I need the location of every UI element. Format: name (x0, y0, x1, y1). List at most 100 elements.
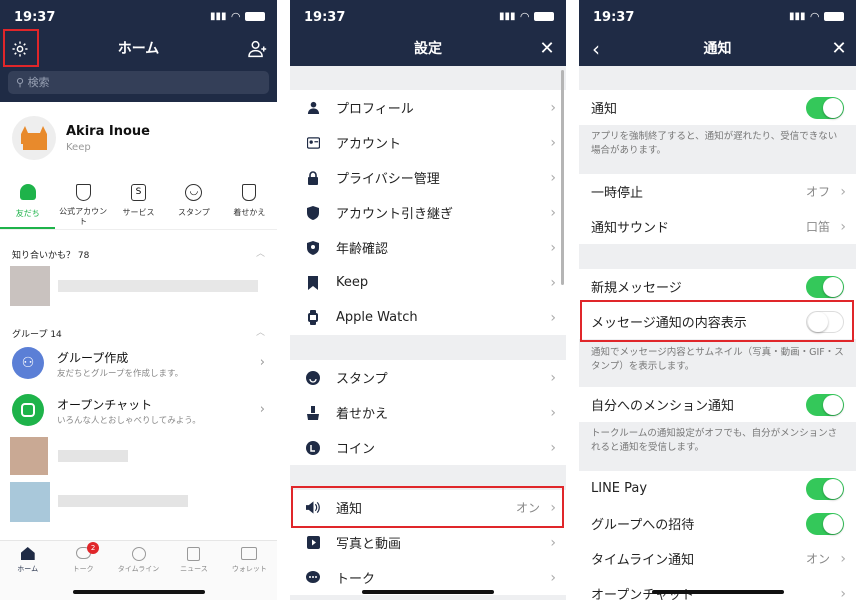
chevron-right-icon: › (550, 204, 556, 221)
openchat-row[interactable]: オープンチャット › (579, 576, 856, 600)
tab-label: ニュース (180, 565, 208, 573)
highlight-box (3, 29, 39, 67)
clock-icon (131, 547, 146, 561)
settings-item-photo-video[interactable]: 写真と動画 › (290, 525, 566, 560)
coin-icon (306, 440, 320, 455)
settings-item-account[interactable]: アカウント › (290, 125, 566, 160)
official-account-icon (75, 184, 91, 201)
sound-row[interactable]: 通知サウンド 口笛 › (579, 209, 856, 244)
item-label: Keep (336, 275, 369, 290)
item-label: プライバシー管理 (336, 172, 440, 187)
home-indicator (362, 590, 494, 594)
settings-item-keep[interactable]: Keep › (290, 265, 566, 300)
signal-icon: ▮▮▮ (789, 11, 806, 22)
close-button[interactable]: ✕ (530, 32, 564, 66)
quick-label: スタンプ (178, 208, 210, 217)
group-list-row[interactable] (10, 437, 260, 475)
search-input[interactable]: ⚲ 検索 (8, 71, 269, 94)
status-time: 19:37 (593, 10, 635, 25)
mention-note: トークルームの通知設定がオフでも、自分がメンションされると通知を受信します。 (591, 428, 838, 453)
openchat-row[interactable]: オープンチャット いろんな人とおしゃべりしてみよう。 › (0, 392, 277, 432)
quick-official[interactable]: 公式アカウント (55, 180, 110, 229)
quick-friends[interactable]: 友だち (0, 180, 56, 229)
group-invite-toggle[interactable] (806, 512, 844, 535)
news-icon (187, 547, 201, 561)
quick-service[interactable]: S サービス (111, 180, 166, 229)
profile-name: Akira Inoue (66, 124, 150, 139)
suggested-friend[interactable] (10, 266, 260, 306)
chevron-up-icon[interactable]: ︿ (256, 246, 265, 259)
settings-item-profile[interactable]: プロフィール › (290, 90, 566, 125)
person-icon (306, 101, 320, 115)
row-label: タイムライン通知 (591, 553, 695, 568)
close-icon: ✕ (539, 38, 555, 59)
group-list-row[interactable] (10, 482, 260, 522)
quick-sticker[interactable]: ◡ スタンプ (166, 180, 221, 229)
notify-note: アプリを強制終了すると、通知が遅れたり、受信できない場合があります。 (591, 131, 838, 156)
blurred-text (58, 450, 128, 462)
back-button[interactable]: ‹ (579, 32, 613, 66)
status-bar: 19:37 ▮▮▮ ◠ (290, 0, 566, 32)
notify-navbar: ‹ 通知 ✕ (579, 32, 856, 66)
profile-row[interactable]: Akira Inoue Keep (0, 112, 277, 166)
home-indicator (72, 590, 205, 594)
smiley-icon (306, 370, 320, 385)
linepay-toggle[interactable] (806, 477, 844, 500)
chevron-right-icon: › (840, 550, 846, 567)
linepay-row: LINE Pay (579, 471, 856, 506)
status-bar: 19:37 ▮▮▮ ◠ (0, 0, 277, 32)
chevron-left-icon: ‹ (592, 37, 600, 61)
row-value: 口笛 (805, 220, 830, 234)
group-create-row[interactable]: ⚇ グループ作成 友だちとグループを作成します。 › (0, 345, 277, 385)
quick-label: 着せかえ (233, 208, 266, 217)
settings-item-transfer[interactable]: アカウント引き継ぎ › (290, 195, 566, 230)
wifi-icon: ◠ (231, 10, 240, 23)
notification-screen: 19:37 ▮▮▮ ◠ ‹ 通知 ✕ 通知 アプリを強制終了すると、通知が遅れたり… (579, 0, 856, 600)
tab-wallet[interactable]: ウォレット (222, 541, 277, 600)
quick-theme[interactable]: 着せかえ (222, 180, 277, 229)
blurred-avatar (10, 482, 50, 522)
group-invite-row: グループへの招待 (579, 506, 856, 541)
home-icon (20, 547, 35, 560)
settings-item-age[interactable]: 年齢確認 › (290, 230, 566, 265)
add-person-icon (248, 40, 267, 58)
settings-item-coin[interactable]: コイン › (290, 430, 566, 465)
row-label: 一時停止 (591, 186, 644, 201)
settings-item-sticker[interactable]: スタンプ › (290, 360, 566, 395)
mention-row: 自分へのメンション通知 (579, 387, 856, 422)
item-label: コイン (336, 442, 376, 457)
chevron-right-icon: › (550, 569, 556, 586)
status-time: 19:37 (304, 10, 346, 25)
chevron-right-icon: › (259, 402, 265, 417)
chevron-right-icon: › (550, 404, 556, 421)
timeline-row[interactable]: タイムライン通知 オン › (579, 541, 856, 576)
blurred-avatar (10, 266, 50, 306)
group-title: グループ 14 (12, 330, 62, 340)
group-create-label: グループ作成 (57, 351, 129, 365)
close-button[interactable]: ✕ (822, 32, 856, 66)
settings-item-theme[interactable]: 着せかえ › (290, 395, 566, 430)
settings-item-privacy[interactable]: プライバシー管理 › (290, 160, 566, 195)
new-message-toggle[interactable] (806, 275, 844, 298)
scrollbar[interactable] (561, 70, 564, 285)
add-friend-button[interactable] (241, 32, 275, 66)
mention-toggle[interactable] (806, 393, 844, 416)
home-screen: 19:37 ▮▮▮ ◠ ホーム ⚲ 検索 Akira Inoue Keep 友だち… (0, 0, 277, 600)
settings-item-apple-watch[interactable]: Apple Watch › (290, 300, 566, 335)
chat-icon (306, 571, 320, 585)
quick-menu: 友だち 公式アカウント S サービス ◡ スタンプ 着せかえ (0, 180, 277, 230)
item-label: 着せかえ (336, 407, 389, 422)
pause-row[interactable]: 一時停止 オフ › (579, 174, 856, 209)
chevron-up-icon[interactable]: ︿ (256, 325, 265, 338)
play-icon (306, 536, 320, 550)
home-indicator (651, 590, 784, 594)
item-label: スタンプ (336, 372, 388, 387)
tab-home[interactable]: ホーム (0, 541, 55, 600)
notify-toggle-row: 通知 (579, 90, 856, 125)
highlight-box (291, 486, 564, 528)
search-placeholder: 検索 (27, 76, 50, 89)
notify-toggle[interactable] (806, 96, 844, 119)
row-label: LINE Pay (591, 481, 648, 496)
quick-label: サービス (122, 208, 155, 217)
chevron-right-icon: › (550, 169, 556, 186)
